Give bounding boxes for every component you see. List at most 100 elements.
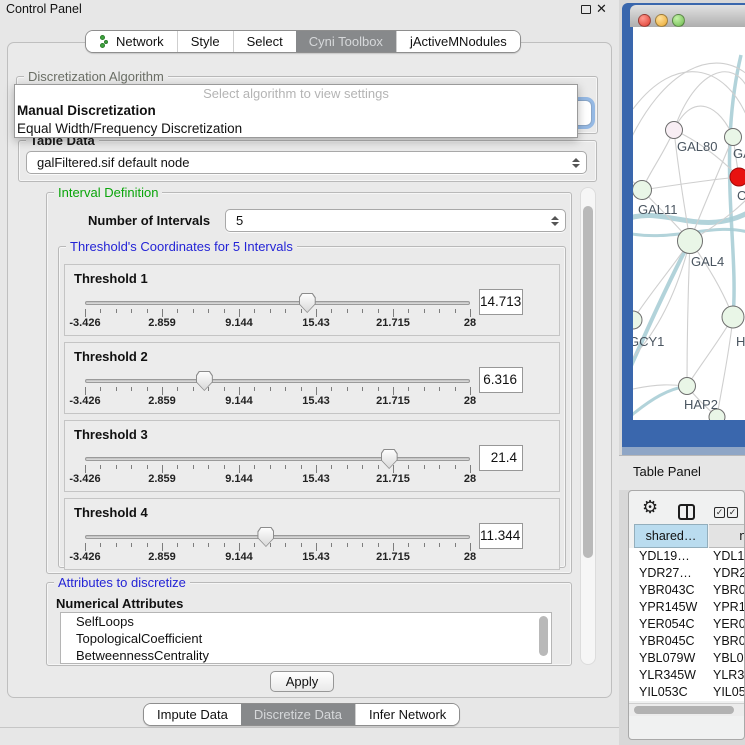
tick-label: -3.426 bbox=[69, 317, 100, 329]
red-node[interactable] bbox=[730, 168, 745, 186]
slider-track[interactable] bbox=[85, 457, 470, 461]
checkbox-icon[interactable]: ✓ bbox=[714, 507, 725, 518]
settings-scrollbar-thumb[interactable] bbox=[583, 206, 593, 558]
control-panel-tabbar: Network Style Select Cyni Toolbox jActiveMNo… bbox=[85, 30, 521, 53]
list-scrollbar-thumb[interactable] bbox=[539, 616, 548, 656]
minimize-traffic-light-icon[interactable] bbox=[655, 14, 668, 27]
threshold-value-field[interactable]: 6.316 bbox=[479, 367, 523, 393]
table-row[interactable]: YDL19…YDL19… bbox=[629, 548, 745, 565]
slider-track[interactable] bbox=[85, 535, 470, 539]
tick-label: 15.43 bbox=[302, 395, 330, 407]
tab-label: Network bbox=[116, 34, 164, 49]
slider-track[interactable] bbox=[85, 301, 470, 305]
cell-name: YPR145W bbox=[713, 600, 745, 614]
attribute-list-item[interactable]: SelfLoops bbox=[61, 613, 551, 630]
table-row[interactable]: YPR145W YPR145W bbox=[629, 599, 745, 616]
tab-infer-network[interactable]: Infer Network bbox=[355, 704, 459, 725]
control-panel-bottom-edge bbox=[0, 727, 619, 728]
cell-name: YIL053C bbox=[713, 685, 745, 699]
tab-style[interactable]: Style bbox=[177, 31, 233, 52]
cell-shared-name: YPR145W bbox=[639, 600, 707, 614]
attribute-list-item[interactable]: BetweennessCentrality bbox=[61, 647, 551, 664]
numerical-attributes-list[interactable]: SelfLoopsTopologicalCoefficientBetweenne… bbox=[60, 612, 552, 664]
table-row[interactable]: YER054CYER054C bbox=[629, 616, 745, 633]
network-edge[interactable] bbox=[690, 241, 733, 317]
HAP2-node[interactable] bbox=[679, 378, 696, 395]
tab-label: Discretize Data bbox=[254, 707, 342, 722]
attribute-list-item[interactable]: TopologicalCoefficient bbox=[61, 630, 551, 647]
GCY1-node[interactable] bbox=[633, 311, 642, 329]
table-row[interactable]: YDR27…YDR27… bbox=[629, 565, 745, 582]
num-intervals-combobox[interactable]: 5 bbox=[225, 209, 566, 232]
column-header-shared-name[interactable]: shared… bbox=[634, 524, 708, 548]
threshold-value-field[interactable]: 11.344 bbox=[479, 523, 523, 549]
tab-discretize-data[interactable]: Discretize Data bbox=[241, 704, 355, 725]
network-edge[interactable] bbox=[674, 106, 733, 137]
dropdown-hint: Select algorithm to view settings bbox=[15, 85, 577, 102]
cell-name: YBR045C bbox=[713, 634, 745, 648]
threshold-panel: Threshold 1-3.4262.8599.14415.4321.71528… bbox=[64, 264, 560, 336]
network-edge[interactable] bbox=[687, 241, 690, 386]
tick-label: 9.144 bbox=[225, 317, 253, 329]
network-edge[interactable] bbox=[633, 241, 690, 320]
network-edge[interactable] bbox=[642, 130, 674, 190]
threshold-panel: Threshold 4-3.4262.8599.14415.4321.71528… bbox=[64, 498, 560, 570]
tab-jactivemnodules[interactable]: jActiveMNodules bbox=[396, 31, 520, 52]
network-edge[interactable] bbox=[633, 72, 745, 119]
tab-network[interactable]: Network bbox=[86, 31, 177, 52]
network-edge[interactable] bbox=[717, 317, 733, 417]
cell-shared-name: YIL053C bbox=[639, 685, 707, 699]
GAL80-node[interactable] bbox=[666, 122, 683, 139]
dropdown-option[interactable]: Manual Discretization bbox=[15, 102, 577, 120]
tab-label: Select bbox=[247, 34, 283, 49]
slider-tick-labels: -3.4262.8599.14415.4321.71528 bbox=[85, 473, 470, 485]
table-row[interactable]: YIL053C YIL053C bbox=[629, 684, 745, 701]
threshold-label: Threshold 2 bbox=[74, 349, 148, 364]
apply-button[interactable]: Apply bbox=[270, 671, 334, 692]
table-hscrollbar-thumb[interactable] bbox=[634, 706, 734, 714]
tab-impute-data[interactable]: Impute Data bbox=[144, 704, 241, 725]
tab-select[interactable]: Select bbox=[233, 31, 296, 52]
table-row[interactable]: YBL079WYBL079W bbox=[629, 650, 745, 667]
node-label: GAL bbox=[733, 146, 745, 161]
tick-label: -3.426 bbox=[69, 395, 100, 407]
tick-label: -3.426 bbox=[69, 473, 100, 485]
table-row[interactable]: YBR043CYBR043C bbox=[629, 582, 745, 599]
tick-label: 15.43 bbox=[302, 473, 330, 485]
algorithm-group-title: Discretization Algorithm bbox=[24, 69, 168, 84]
cell-shared-name: YLR345W bbox=[639, 668, 707, 682]
zoom-traffic-light-icon[interactable] bbox=[672, 14, 685, 27]
table-body[interactable]: YDL19…YDL19…YDR27…YDR27…YBR043CYBR043CYP… bbox=[629, 548, 745, 701]
table-row[interactable]: YLR345WYLR345W bbox=[629, 667, 745, 684]
node[interactable] bbox=[725, 129, 742, 146]
network-canvas[interactable]: GAL80GALCGAL11GAL4GCY1HHAP2 bbox=[633, 27, 745, 420]
column-header-name[interactable]: name bbox=[709, 524, 745, 548]
close-traffic-light-icon[interactable] bbox=[638, 14, 651, 27]
table-row[interactable]: YBR045CYBR045C bbox=[629, 633, 745, 650]
tab-cyni-toolbox[interactable]: Cyni Toolbox bbox=[296, 31, 396, 52]
dropdown-option[interactable]: Equal Width/Frequency Discretization bbox=[15, 120, 577, 138]
checkbox-icon[interactable]: ✓ bbox=[727, 507, 738, 518]
H-node[interactable] bbox=[722, 306, 744, 328]
table-data-combobox[interactable]: galFiltered.sif default node bbox=[26, 151, 587, 174]
network-edge[interactable] bbox=[687, 317, 733, 386]
tick-label: 21.715 bbox=[376, 551, 410, 563]
GAL4-node[interactable] bbox=[678, 229, 703, 254]
tab-label: jActiveMNodules bbox=[410, 34, 507, 49]
threshold-value-field[interactable]: 21.4 bbox=[479, 445, 523, 471]
network-edge-teal[interactable] bbox=[633, 386, 687, 419]
table-hscrollbar-track[interactable] bbox=[629, 703, 744, 716]
column-layout-icon[interactable] bbox=[678, 504, 695, 520]
GAL11-node[interactable] bbox=[633, 181, 652, 200]
gear-icon[interactable]: ⚙ bbox=[642, 497, 658, 518]
slider-track[interactable] bbox=[85, 379, 470, 383]
float-window-icon[interactable] bbox=[581, 5, 591, 14]
node-table: ⚙ ✓ ✓ shared… name YDL19…YDL19…YDR27…YDR… bbox=[628, 490, 745, 740]
network-window-titlebar[interactable] bbox=[630, 5, 745, 27]
threshold-value-field[interactable]: 14.713 bbox=[479, 289, 523, 315]
close-icon[interactable]: ✕ bbox=[596, 1, 607, 17]
node-label: GAL11 bbox=[638, 202, 678, 217]
tick-label: 28 bbox=[464, 317, 476, 329]
cell-name: YER054C bbox=[713, 617, 745, 631]
network-edge[interactable] bbox=[642, 177, 739, 190]
